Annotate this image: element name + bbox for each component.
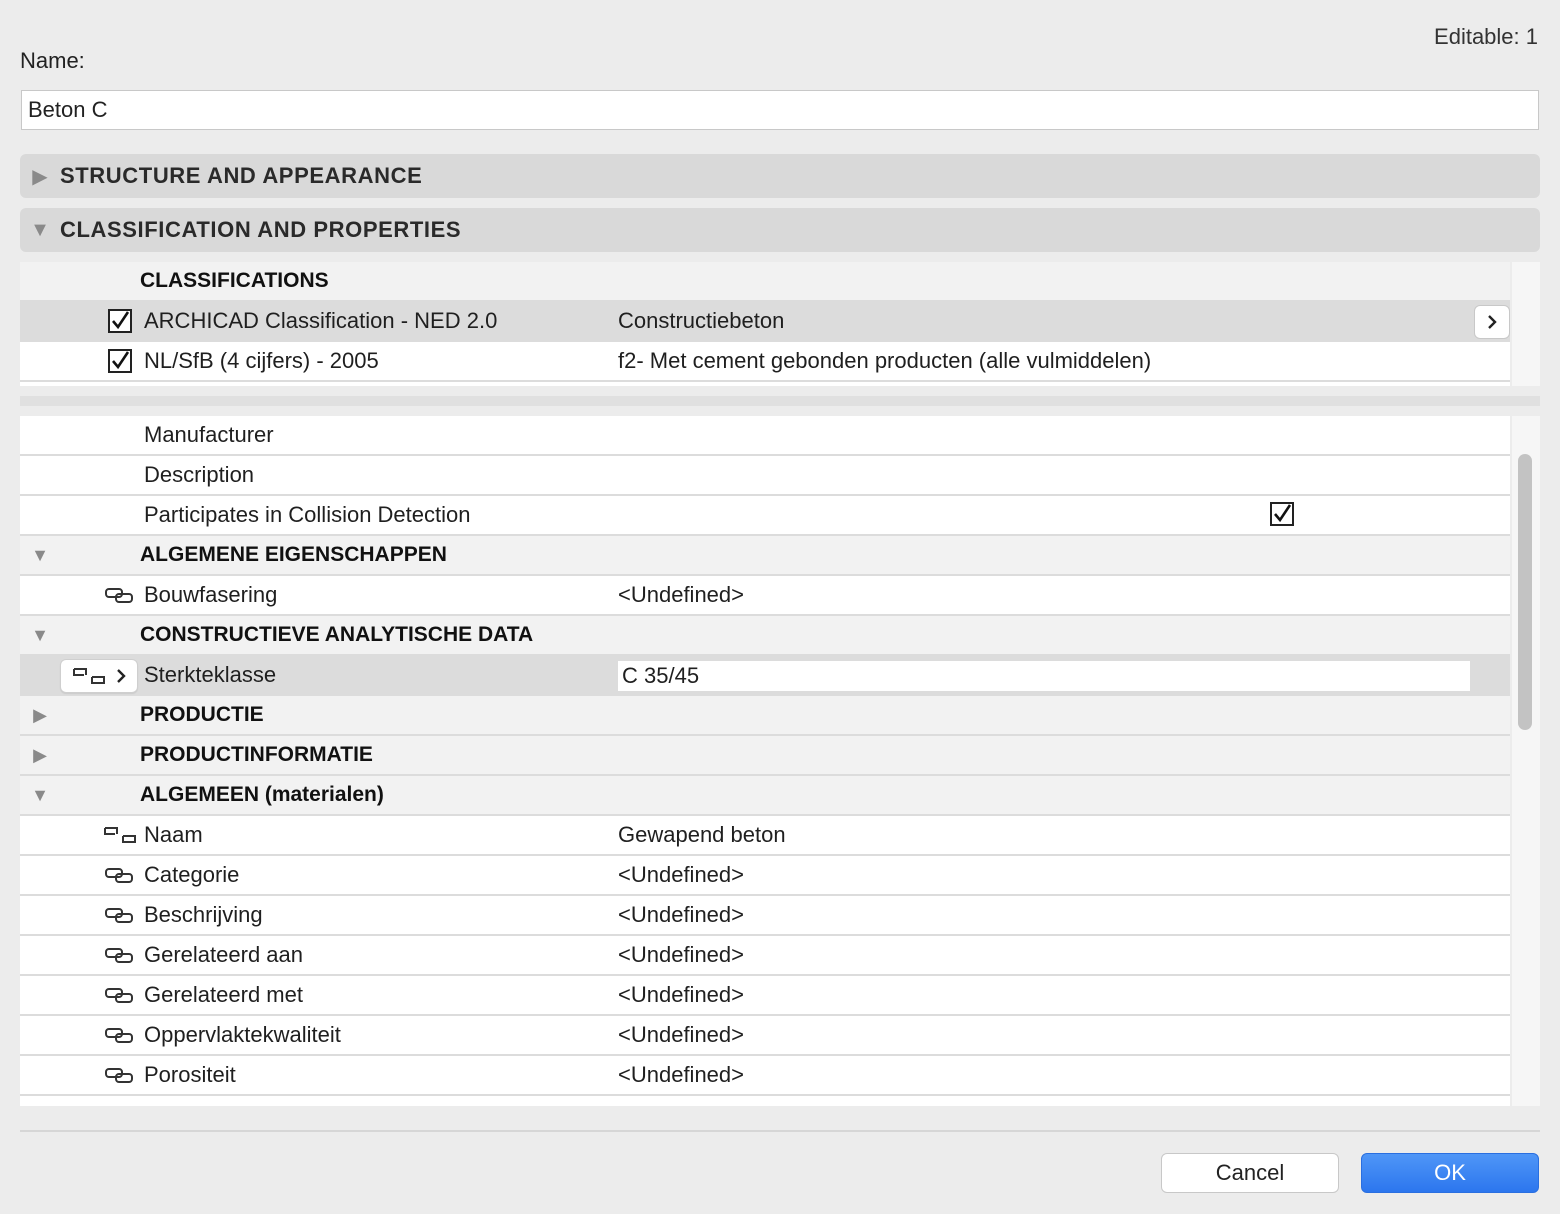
- triangle-right-icon: ▶: [32, 165, 48, 188]
- group-title: PRODUCTIE: [140, 703, 264, 726]
- group-constructieve-analytische-data[interactable]: ▼ CONSTRUCTIEVE ANALYTISCHE DATA: [20, 616, 1510, 656]
- property-value: <Undefined>: [618, 1022, 744, 1047]
- property-name: Sterkteklasse: [144, 662, 277, 687]
- property-name: Beschrijving: [144, 902, 263, 927]
- property-row-beschrijving[interactable]: Beschrijving <Undefined>: [20, 896, 1510, 936]
- property-value: <Undefined>: [618, 1062, 744, 1087]
- property-name: Participates in Collision Detection: [144, 502, 471, 527]
- triangle-down-icon: ▼: [31, 544, 49, 565]
- classification-value: f2- Met cement gebonden producten (alle …: [618, 348, 1152, 373]
- group-title: PRODUCTINFORMATIE: [140, 743, 373, 766]
- classification-open-button[interactable]: [1474, 305, 1510, 339]
- property-row-naam[interactable]: Naam Gewapend beton: [20, 816, 1510, 856]
- property-value: <Undefined>: [618, 902, 744, 927]
- name-input[interactable]: [21, 90, 1539, 130]
- property-name: Manufacturer: [144, 422, 274, 447]
- classification-name: NL/SfB (4 cijfers) - 2005: [144, 348, 379, 373]
- checkmark-icon: [108, 349, 132, 373]
- property-value: Gewapend beton: [618, 822, 786, 847]
- classifications-header: CLASSIFICATIONS: [20, 262, 1510, 302]
- classifications-panel: CLASSIFICATIONS ARCHICAD Classification …: [20, 262, 1510, 386]
- property-value: <Undefined>: [618, 582, 744, 607]
- property-row-manufacturer[interactable]: Manufacturer: [20, 416, 1510, 456]
- section-title: CLASSIFICATION AND PROPERTIES: [60, 217, 462, 242]
- property-row-bouwfasering[interactable]: Bouwfasering <Undefined>: [20, 576, 1510, 616]
- property-name: Oppervlaktekwaliteit: [144, 1022, 341, 1047]
- property-value: <Undefined>: [618, 982, 744, 1007]
- group-productinformatie[interactable]: ▶ PRODUCTINFORMATIE: [20, 736, 1510, 776]
- triangle-right-icon: ▶: [33, 744, 47, 765]
- group-productie[interactable]: ▶ PRODUCTIE: [20, 696, 1510, 736]
- property-row-gerelateerd-met[interactable]: Gerelateerd met <Undefined>: [20, 976, 1510, 1016]
- property-row-porositeit[interactable]: Porositeit <Undefined>: [20, 1056, 1510, 1096]
- section-structure-and-appearance[interactable]: ▶ STRUCTURE AND APPEARANCE: [20, 154, 1540, 198]
- checkmark-icon: [108, 309, 132, 333]
- section-title: STRUCTURE AND APPEARANCE: [60, 163, 423, 188]
- property-value: <Undefined>: [618, 942, 744, 967]
- classifications-scroll-track: [1512, 262, 1540, 386]
- link-options-button[interactable]: [60, 659, 138, 693]
- footer-divider: [20, 1130, 1540, 1132]
- property-row-categorie[interactable]: Categorie <Undefined>: [20, 856, 1510, 896]
- property-row-gerelateerd-aan[interactable]: Gerelateerd aan <Undefined>: [20, 936, 1510, 976]
- triangle-down-icon: ▼: [30, 218, 50, 241]
- property-name: Naam: [144, 822, 203, 847]
- group-algemeen-materialen[interactable]: ▼ ALGEMEEN (materialen): [20, 776, 1510, 816]
- group-title: ALGEMEEN (materialen): [140, 783, 384, 806]
- properties-scrollbar-thumb[interactable]: [1518, 454, 1532, 730]
- cancel-button[interactable]: Cancel: [1161, 1153, 1339, 1193]
- section-classification-and-properties[interactable]: ▼ CLASSIFICATION AND PROPERTIES: [20, 208, 1540, 252]
- property-row-collision[interactable]: Participates in Collision Detection: [20, 496, 1510, 536]
- property-name: Description: [144, 462, 255, 487]
- group-title: CONSTRUCTIEVE ANALYTISCHE DATA: [140, 623, 534, 646]
- classification-name: ARCHICAD Classification - NED 2.0: [144, 308, 498, 333]
- property-row-sterkteklasse[interactable]: Sterkteklasse: [20, 656, 1510, 696]
- ok-button[interactable]: OK: [1361, 1153, 1539, 1193]
- panel-splitter[interactable]: [20, 396, 1540, 406]
- classification-row[interactable]: NL/SfB (4 cijfers) - 2005 f2- Met cement…: [20, 342, 1510, 382]
- property-name: Gerelateerd met: [144, 982, 303, 1007]
- group-title: ALGEMENE EIGENSCHAPPEN: [140, 543, 447, 566]
- triangle-right-icon: ▶: [33, 704, 47, 725]
- property-value: <Undefined>: [618, 862, 744, 887]
- group-algemene-eigenschappen[interactable]: ▼ ALGEMENE EIGENSCHAPPEN: [20, 536, 1510, 576]
- checkmark-icon: [1274, 504, 1292, 523]
- classification-value: Constructiebeton: [618, 308, 785, 333]
- unlink-icon: [73, 668, 105, 684]
- triangle-down-icon: ▼: [31, 784, 49, 805]
- editable-count: Editable: 1: [1434, 24, 1538, 49]
- property-row-description[interactable]: Description: [20, 456, 1510, 496]
- property-row-oppervlaktekwaliteit[interactable]: Oppervlaktekwaliteit <Undefined>: [20, 1016, 1510, 1056]
- name-label: Name:: [20, 48, 85, 73]
- collision-checkbox[interactable]: [1270, 502, 1294, 526]
- sterkteklasse-input[interactable]: [618, 661, 1470, 691]
- group-title: CLASSIFICATIONS: [140, 269, 329, 292]
- property-name: Bouwfasering: [144, 582, 278, 607]
- property-name: Porositeit: [144, 1062, 236, 1087]
- properties-panel: Manufacturer Description Participates in…: [20, 416, 1510, 1106]
- property-name: Categorie: [144, 862, 240, 887]
- property-name: Gerelateerd aan: [144, 942, 303, 967]
- chevron-right-icon: [1488, 315, 1497, 329]
- triangle-down-icon: ▼: [31, 624, 49, 645]
- classification-row[interactable]: ARCHICAD Classification - NED 2.0 Constr…: [20, 302, 1510, 342]
- chevron-right-icon: [117, 669, 126, 683]
